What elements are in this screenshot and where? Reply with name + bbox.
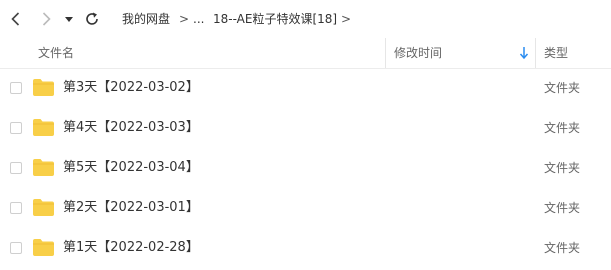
file-row[interactable]: 第1天【2022-02-28】 文件夹 xyxy=(0,229,611,269)
file-type: 文件夹 xyxy=(544,241,581,255)
file-name[interactable]: 第2天【2022-03-01】 xyxy=(63,200,199,216)
sort-descending-icon[interactable] xyxy=(519,46,529,60)
file-type: 文件夹 xyxy=(544,161,581,175)
file-name[interactable]: 第4天【2022-03-03】 xyxy=(63,120,199,136)
file-type: 文件夹 xyxy=(544,121,581,135)
breadcrumb-ellipsis[interactable]: ... xyxy=(193,11,204,27)
navigation-bar: 我的网盘 > ... 18--AE粒子特效课[18] > xyxy=(0,0,611,38)
back-icon[interactable] xyxy=(6,9,26,29)
column-divider[interactable] xyxy=(385,38,386,68)
column-header-modified-time[interactable]: 修改时间 xyxy=(394,38,442,68)
file-row[interactable]: 第2天【2022-03-01】 文件夹 xyxy=(0,189,611,229)
folder-icon xyxy=(33,159,54,176)
file-type: 文件夹 xyxy=(544,201,581,215)
column-header-type[interactable]: 类型 xyxy=(544,38,568,68)
forward-icon[interactable] xyxy=(36,9,56,29)
refresh-icon[interactable] xyxy=(82,9,102,29)
row-checkbox[interactable] xyxy=(10,162,22,174)
file-row[interactable]: 第3天【2022-03-02】 文件夹 xyxy=(0,69,611,109)
history-dropdown-icon[interactable] xyxy=(62,9,76,29)
file-name[interactable]: 第3天【2022-03-02】 xyxy=(63,80,199,96)
breadcrumb-current-folder[interactable]: 18--AE粒子特效课[18] xyxy=(213,11,337,27)
row-checkbox[interactable] xyxy=(10,202,22,214)
folder-icon xyxy=(33,119,54,136)
file-row[interactable]: 第5天【2022-03-04】 文件夹 xyxy=(0,149,611,189)
row-checkbox[interactable] xyxy=(10,82,22,94)
row-checkbox[interactable] xyxy=(10,242,22,254)
column-divider[interactable] xyxy=(535,38,536,68)
breadcrumb-my-drive[interactable]: 我的网盘 xyxy=(122,11,170,27)
breadcrumb-separator: > xyxy=(179,12,190,26)
folder-icon xyxy=(33,199,54,216)
file-name[interactable]: 第5天【2022-03-04】 xyxy=(63,160,199,176)
file-name[interactable]: 第1天【2022-02-28】 xyxy=(63,240,199,256)
file-type: 文件夹 xyxy=(544,81,581,95)
file-row[interactable]: 第4天【2022-03-03】 文件夹 xyxy=(0,109,611,149)
column-header-name[interactable]: 文件名 xyxy=(38,38,74,68)
row-checkbox[interactable] xyxy=(10,122,22,134)
folder-icon xyxy=(33,239,54,256)
breadcrumb-separator: > xyxy=(341,12,352,26)
file-list-header: 文件名 修改时间 类型 xyxy=(0,38,611,69)
folder-icon xyxy=(33,79,54,96)
